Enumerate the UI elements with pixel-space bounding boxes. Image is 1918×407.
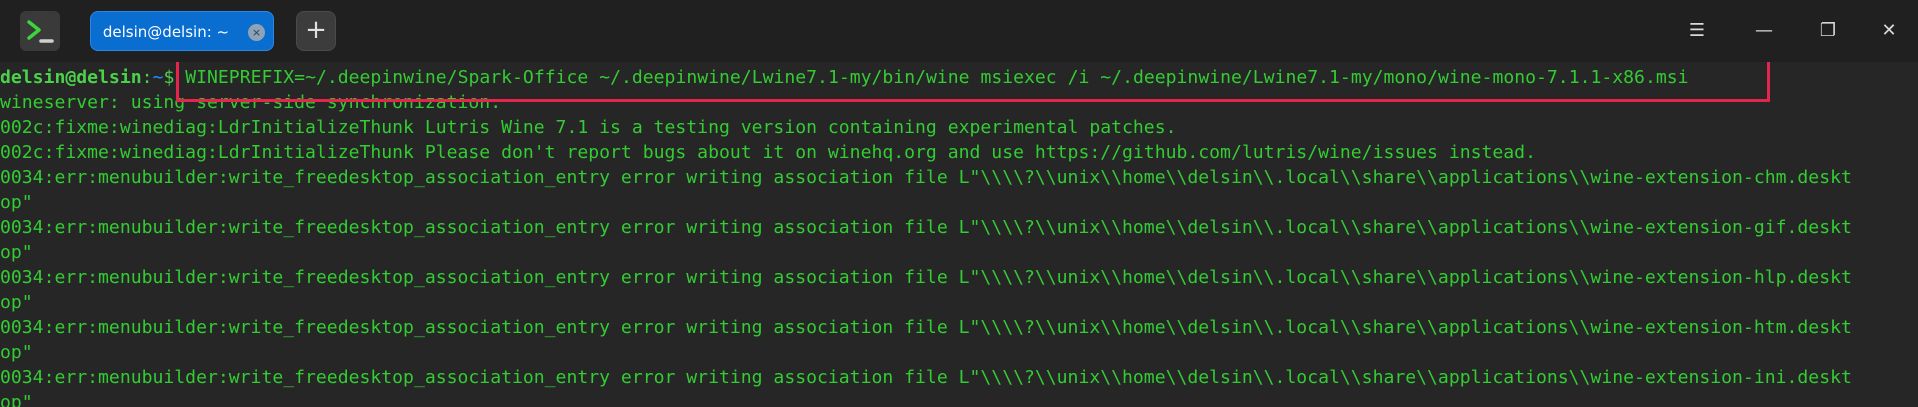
output-line: 0034:err:menubuilder:write_freedesktop_a… — [0, 317, 1852, 338]
close-icon[interactable]: ✕ — [1869, 11, 1909, 51]
terminal-app-icon[interactable] — [20, 11, 60, 51]
output-line: 0034:err:menubuilder:write_freedesktop_a… — [0, 367, 1852, 388]
restore-icon[interactable]: ❐ — [1808, 11, 1848, 51]
tab-label: delsin@delsin: ~ — [102, 23, 230, 41]
output-line: 0034:err:menubuilder:write_freedesktop_a… — [0, 217, 1852, 238]
tab-delsin-home[interactable]: delsin@delsin: ~ × — [90, 11, 274, 51]
output-line: op" — [0, 292, 33, 313]
output-line: 0034:err:menubuilder:write_freedesktop_a… — [0, 167, 1852, 188]
new-tab-button[interactable]: + — [296, 11, 336, 51]
output-line: 002c:fixme:winediag:LdrInitializeThunk L… — [0, 117, 1177, 138]
title-bar: delsin@delsin: ~ × + ☰ — ❐ ✕ — [0, 0, 1918, 62]
output-line: op" — [0, 242, 33, 263]
minimize-icon[interactable]: — — [1744, 11, 1784, 51]
menu-icon[interactable]: ☰ — [1677, 11, 1717, 51]
output-line: op" — [0, 192, 33, 213]
output-line: 0034:err:menubuilder:write_freedesktop_a… — [0, 267, 1852, 288]
prompt-separator: : — [141, 67, 153, 88]
prompt-dollar: $ — [163, 67, 175, 88]
command-highlight-box — [176, 62, 1770, 102]
tab-close-icon[interactable]: × — [248, 24, 265, 41]
prompt-path: ~ — [152, 67, 164, 88]
output-line: 002c:fixme:winediag:LdrInitializeThunk P… — [0, 142, 1536, 163]
prompt-user-host: delsin@delsin — [0, 67, 142, 88]
output-line: op" — [0, 342, 33, 363]
terminal-output-area[interactable]: delsin@delsin:~$ WINEPREFIX=~/.deepinwin… — [0, 62, 1918, 407]
output-line: op" — [0, 392, 33, 407]
